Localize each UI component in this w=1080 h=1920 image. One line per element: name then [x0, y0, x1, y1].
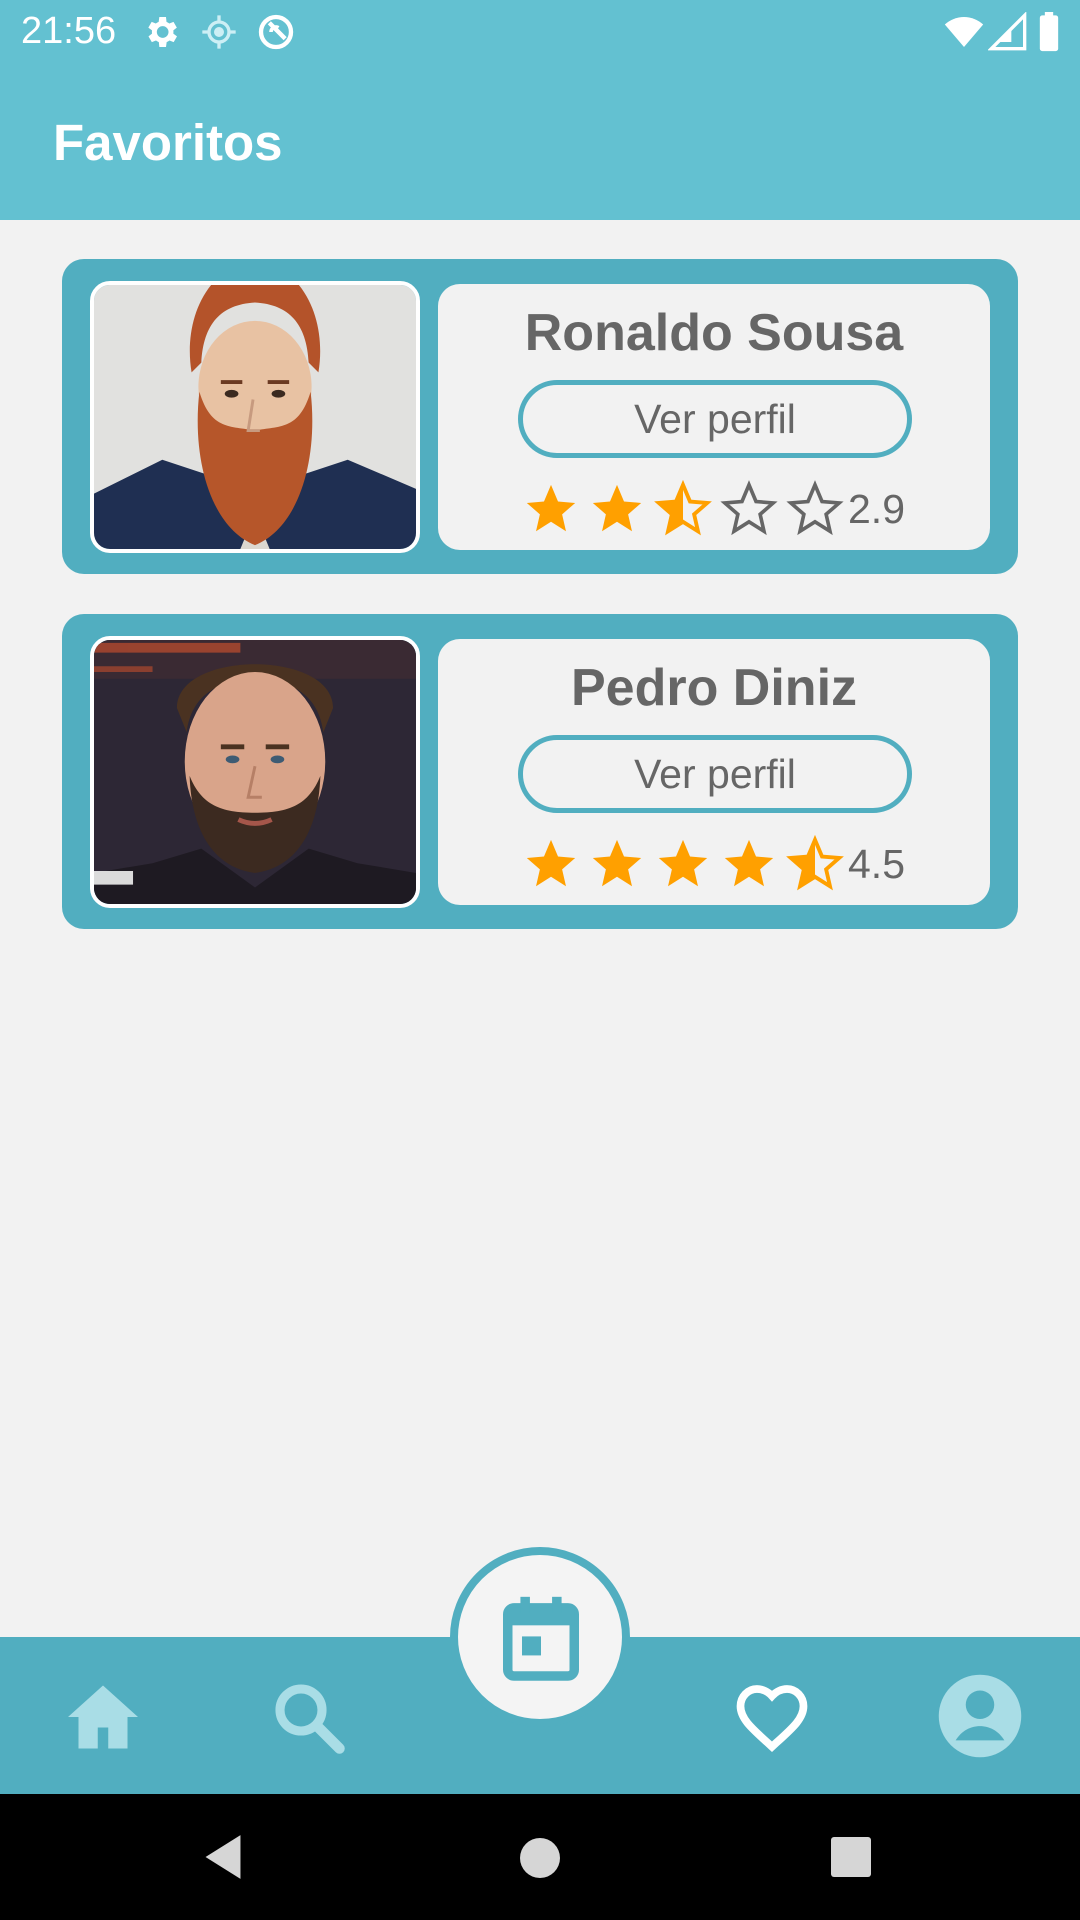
sync-off-icon: [256, 12, 296, 52]
home-icon[interactable]: [61, 1675, 145, 1759]
person-name: Ronaldo Sousa: [524, 304, 904, 362]
favorite-info-panel: Ronaldo Sousa Ver perfil 2.9: [438, 284, 990, 550]
status-bar: 21:56: [0, 0, 1080, 63]
wifi-icon: [942, 12, 986, 52]
view-profile-button[interactable]: Ver perfil: [518, 380, 912, 458]
star-full-icon: [526, 484, 576, 532]
gear-icon: [141, 12, 181, 52]
rating-value: 4.5: [848, 841, 905, 887]
bearded-man-photo: [90, 636, 420, 908]
calendar-icon: [503, 1596, 579, 1681]
favorite-card: Pedro Diniz Ver perfil 4.5: [62, 614, 1018, 929]
cell-signal-icon: [988, 12, 1028, 52]
favorite-card: Ronaldo Sousa Ver perfil 2.9: [62, 259, 1018, 574]
favorite-info-panel: Pedro Diniz Ver perfil 4.5: [438, 639, 990, 905]
rating-value: 2.9: [848, 486, 905, 532]
recents-icon[interactable]: [831, 1837, 871, 1877]
profile-icon[interactable]: [935, 1671, 1025, 1761]
system-navigation-bar: [0, 1794, 1080, 1920]
search-icon[interactable]: [266, 1675, 350, 1759]
location-icon: [199, 12, 239, 52]
star-rating: 4.5: [522, 835, 905, 893]
view-profile-button[interactable]: Ver perfil: [518, 735, 912, 813]
favorites-list: Ronaldo Sousa Ver perfil 2.9 Pedro Diniz…: [62, 259, 1018, 969]
star-half-icon: [654, 480, 712, 536]
star-half-icon: [786, 835, 844, 891]
back-icon[interactable]: [200, 1833, 246, 1881]
person-name: Pedro Diniz: [570, 659, 858, 717]
star-empty-icon: [786, 480, 844, 536]
app-bar: Favoritos: [0, 63, 1080, 220]
favorites-heart-icon[interactable]: [730, 1675, 814, 1759]
home-circle-icon[interactable]: [520, 1838, 560, 1878]
red-bearded-man-photo: [90, 281, 420, 553]
star-full-icon: [592, 484, 642, 532]
page-title: Favoritos: [53, 114, 283, 171]
star-full-icon: [724, 839, 774, 887]
star-full-icon: [526, 839, 576, 887]
star-rating: 2.9: [522, 480, 905, 538]
status-time: 21:56: [21, 10, 117, 52]
star-empty-icon: [720, 480, 778, 536]
star-full-icon: [658, 839, 708, 887]
calendar-button[interactable]: [450, 1547, 630, 1727]
star-full-icon: [592, 839, 642, 887]
battery-icon: [1036, 12, 1062, 52]
